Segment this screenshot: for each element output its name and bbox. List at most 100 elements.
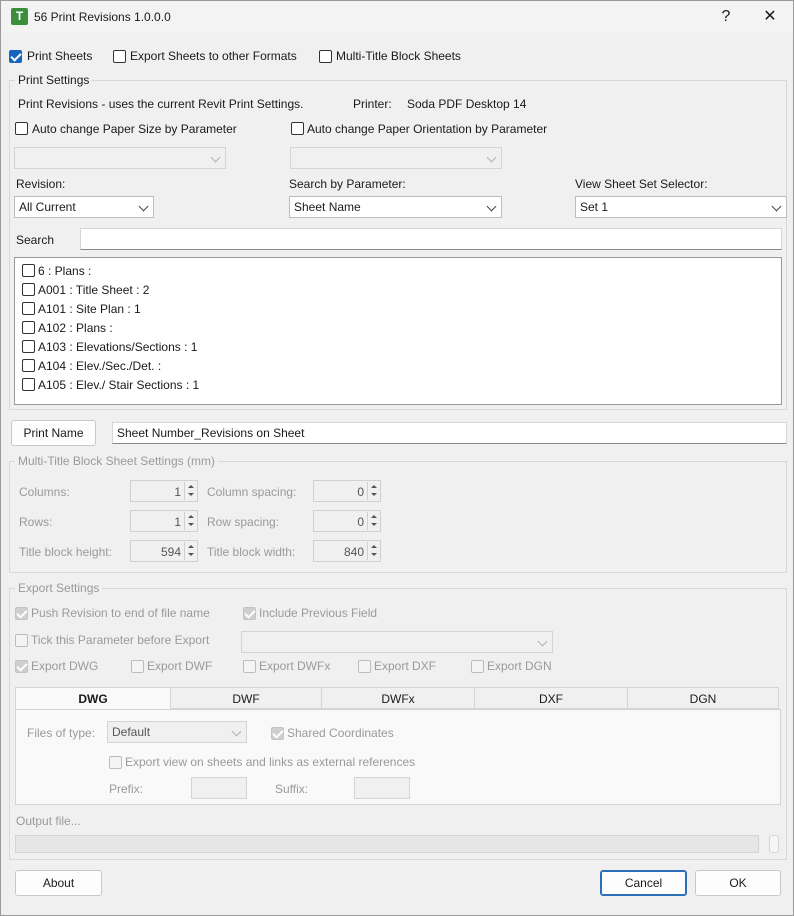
- print-revisions-dialog: T 56 Print Revisions 1.0.0.0 ? ✕ Print S…: [0, 0, 794, 916]
- orientation-param-dropdown[interactable]: [290, 147, 502, 169]
- spin-down-icon[interactable]: [184, 491, 196, 500]
- revision-dropdown[interactable]: All Current: [14, 196, 154, 218]
- rows-label: Rows:: [19, 515, 53, 529]
- col-spacing-stepper[interactable]: 0: [313, 480, 381, 502]
- tick-param-checkbox[interactable]: [15, 634, 28, 647]
- include-previous-checkbox[interactable]: [243, 607, 256, 620]
- search-param-dropdown[interactable]: Sheet Name: [289, 196, 502, 218]
- title-bar: T 56 Print Revisions 1.0.0.0 ? ✕: [1, 1, 793, 33]
- spin-down-icon[interactable]: [184, 551, 196, 560]
- export-dgn-checkbox[interactable]: [471, 660, 484, 673]
- print-sheets-label: Print Sheets: [27, 49, 93, 63]
- row-spacing-value: 0: [357, 515, 364, 529]
- col-spacing-value: 0: [357, 485, 364, 499]
- row-spacing-label: Row spacing:: [207, 515, 280, 529]
- rows-stepper[interactable]: 1: [130, 510, 198, 532]
- export-dwfx-checkbox[interactable]: [243, 660, 256, 673]
- print-name-button[interactable]: Print Name: [11, 420, 96, 446]
- auto-orientation-checkbox[interactable]: [291, 122, 304, 135]
- sheet-list[interactable]: 6 : Plans : A001 : Title Sheet : 2 A101 …: [14, 257, 782, 405]
- sheet-label: A101 : Site Plan : 1: [38, 302, 141, 316]
- print-info-text: Print Revisions - uses the current Revit…: [18, 97, 304, 111]
- view-set-label: View Sheet Set Selector:: [575, 177, 708, 191]
- sheet-label: A103 : Elevations/Sections : 1: [38, 340, 198, 354]
- files-type-dropdown[interactable]: Default: [107, 721, 247, 743]
- row-spacing-stepper[interactable]: 0: [313, 510, 381, 532]
- sheet-checkbox[interactable]: [22, 340, 35, 353]
- spin-up-icon[interactable]: [184, 512, 196, 521]
- suffix-input[interactable]: [354, 777, 410, 799]
- sheet-checkbox[interactable]: [22, 302, 35, 315]
- export-dxf-checkbox[interactable]: [358, 660, 371, 673]
- export-xref-label: Export view on sheets and links as exter…: [125, 755, 416, 769]
- export-dwg-label: Export DWG: [31, 659, 99, 673]
- tb-height-value: 594: [160, 545, 181, 559]
- printer-value: Soda PDF Desktop 14: [407, 97, 527, 111]
- app-icon: T: [11, 8, 28, 25]
- spin-down-icon[interactable]: [367, 551, 379, 560]
- spin-up-icon[interactable]: [184, 542, 196, 551]
- ok-button[interactable]: OK: [695, 870, 781, 896]
- spin-down-icon[interactable]: [367, 521, 379, 530]
- print-sheets-checkbox[interactable]: [9, 50, 22, 63]
- tab-dxf[interactable]: DXF: [474, 687, 628, 709]
- sheet-checkbox[interactable]: [22, 283, 35, 296]
- spin-down-icon[interactable]: [184, 521, 196, 530]
- tb-height-stepper[interactable]: 594: [130, 540, 198, 562]
- cancel-button[interactable]: Cancel: [600, 870, 687, 896]
- print-settings-legend: Print Settings: [15, 73, 93, 87]
- spin-down-icon[interactable]: [367, 491, 379, 500]
- export-dwf-checkbox[interactable]: [131, 660, 144, 673]
- tab-dwfx[interactable]: DWFx: [321, 687, 475, 709]
- export-sheets-label: Export Sheets to other Formats: [130, 49, 297, 63]
- output-browse-handle[interactable]: [769, 835, 779, 853]
- view-set-value: Set 1: [580, 200, 609, 214]
- multi-title-label: Multi-Title Block Sheets: [336, 49, 461, 63]
- sheet-checkbox[interactable]: [22, 378, 35, 391]
- paper-size-param-dropdown[interactable]: [14, 147, 226, 169]
- multi-title-group: [9, 461, 787, 573]
- columns-label: Columns:: [19, 485, 70, 499]
- output-progress-bar: [15, 835, 759, 853]
- spin-up-icon[interactable]: [367, 512, 379, 521]
- search-label: Search: [16, 233, 55, 247]
- auto-paper-size-checkbox[interactable]: [15, 122, 28, 135]
- close-button[interactable]: ✕: [755, 5, 785, 29]
- shared-coords-checkbox[interactable]: [271, 727, 284, 740]
- sheet-checkbox[interactable]: [22, 359, 35, 372]
- push-revision-label: Push Revision to end of file name: [31, 606, 210, 620]
- sheet-checkbox[interactable]: [22, 264, 35, 277]
- col-spacing-label: Column spacing:: [207, 485, 297, 499]
- chevron-down-icon: [486, 201, 497, 212]
- chevron-down-icon: [138, 201, 149, 212]
- tb-height-label: Title block height:: [19, 545, 112, 559]
- columns-stepper[interactable]: 1: [130, 480, 198, 502]
- spin-up-icon[interactable]: [184, 482, 196, 491]
- export-xref-checkbox[interactable]: [109, 756, 122, 769]
- tab-dwg[interactable]: DWG: [15, 687, 171, 710]
- view-set-dropdown[interactable]: Set 1: [575, 196, 787, 218]
- help-button[interactable]: ?: [711, 5, 741, 29]
- tick-param-dropdown[interactable]: [241, 631, 553, 653]
- search-input[interactable]: [80, 228, 782, 250]
- tb-width-stepper[interactable]: 840: [313, 540, 381, 562]
- sheet-checkbox[interactable]: [22, 321, 35, 334]
- files-type-label: Files of type:: [27, 726, 96, 740]
- tab-dwf[interactable]: DWF: [170, 687, 322, 709]
- multi-title-checkbox[interactable]: [319, 50, 332, 63]
- prefix-input[interactable]: [191, 777, 247, 799]
- about-button[interactable]: About: [15, 870, 102, 896]
- spin-up-icon[interactable]: [367, 482, 379, 491]
- tab-dgn[interactable]: DGN: [627, 687, 779, 709]
- push-revision-checkbox[interactable]: [15, 607, 28, 620]
- export-dwg-checkbox[interactable]: [15, 660, 28, 673]
- tick-param-label: Tick this Parameter before Export: [31, 633, 210, 647]
- export-dwfx-label: Export DWFx: [259, 659, 331, 673]
- spin-up-icon[interactable]: [367, 542, 379, 551]
- export-sheets-checkbox[interactable]: [113, 50, 126, 63]
- sheet-label: 6 : Plans :: [38, 264, 92, 278]
- export-dgn-label: Export DGN: [487, 659, 552, 673]
- window-title: 56 Print Revisions 1.0.0.0: [34, 10, 171, 24]
- auto-orientation-label: Auto change Paper Orientation by Paramet…: [307, 122, 548, 136]
- print-name-input[interactable]: Sheet Number_Revisions on Sheet: [112, 422, 787, 444]
